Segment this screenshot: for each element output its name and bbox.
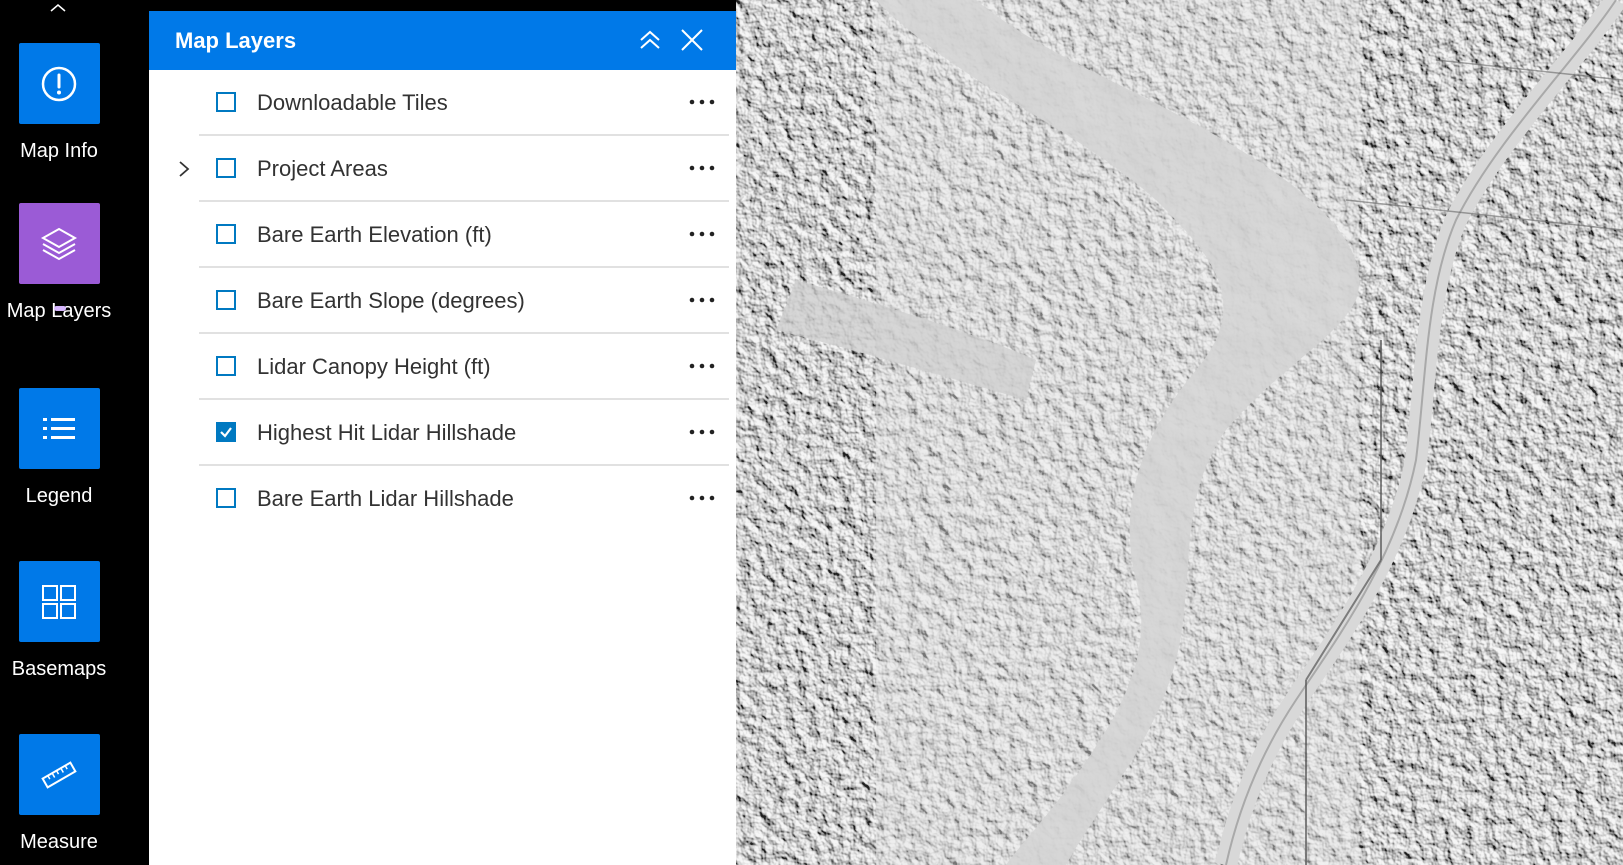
tool-label: Map Info [20, 140, 98, 162]
measure-button[interactable] [18, 734, 100, 815]
close-panel-button[interactable] [677, 25, 707, 55]
layer-options-button[interactable] [685, 422, 719, 442]
layer-row-bare-earth-slope[interactable]: Bare Earth Slope (degrees) [199, 268, 729, 334]
ruler-icon [41, 760, 77, 789]
map-view[interactable] [736, 0, 1623, 865]
panel-title: Map Layers [175, 27, 297, 53]
ellipsis-icon [689, 363, 715, 369]
layer-row-bare-earth-hillshade[interactable]: Bare Earth Lidar Hillshade [199, 466, 729, 532]
close-icon [681, 29, 703, 51]
tool-label: Map Layers [6, 300, 112, 322]
layer-row-lidar-canopy-height[interactable]: Lidar Canopy Height (ft) [199, 334, 729, 400]
tool-label: Basemaps [11, 658, 107, 680]
hillshade-map-image[interactable] [736, 0, 1623, 865]
layer-title: Bare Earth Slope (degrees) [257, 288, 525, 313]
grid-icon [42, 584, 76, 619]
active-indicator [54, 306, 66, 311]
tool-label: Legend [25, 485, 93, 507]
map-info-button[interactable] [18, 43, 100, 124]
tool-label: Measure [20, 831, 98, 853]
layer-title: Downloadable Tiles [257, 90, 448, 115]
layer-visibility-checkbox[interactable] [216, 356, 236, 376]
basemaps-button[interactable] [18, 561, 100, 642]
layer-options-button[interactable] [685, 356, 719, 376]
tool-basemaps[interactable]: Basemaps [0, 561, 118, 681]
layer-visibility-checkbox[interactable] [216, 224, 236, 244]
layer-title: Highest Hit Lidar Hillshade [257, 420, 517, 445]
layer-visibility-checkbox[interactable] [216, 92, 236, 112]
chevron-up-icon[interactable] [48, 2, 68, 12]
ellipsis-icon [689, 429, 715, 435]
tool-map-info[interactable]: Map Info [0, 43, 118, 163]
map-layers-panel: Map Layers Downloadable Tiles Project Ar… [149, 11, 736, 865]
ellipsis-icon [689, 297, 715, 303]
layer-options-button[interactable] [685, 488, 719, 508]
layer-row-downloadable-tiles[interactable]: Downloadable Tiles [199, 70, 729, 136]
layer-visibility-checkbox[interactable] [216, 290, 236, 310]
legend-button[interactable] [18, 388, 100, 469]
tool-map-layers[interactable]: Map Layers [0, 203, 118, 323]
ellipsis-icon [689, 495, 715, 501]
list-icon [43, 417, 75, 439]
ellipsis-icon [689, 165, 715, 171]
layer-row-project-areas[interactable]: Project Areas [179, 136, 729, 202]
double-chevron-up-icon [640, 30, 660, 49]
ellipsis-icon [689, 231, 715, 237]
widget-toolbar: Map Info Map Layers Legend Basemaps Meas… [0, 0, 149, 865]
chevron-right-icon[interactable] [177, 160, 191, 178]
checkmark-icon [220, 427, 232, 438]
layer-title: Bare Earth Elevation (ft) [257, 222, 492, 247]
info-icon [41, 66, 77, 101]
layer-visibility-checkbox[interactable] [216, 422, 236, 442]
layer-options-button[interactable] [685, 92, 719, 112]
tool-measure[interactable]: Measure [0, 734, 118, 854]
collapse-panel-button[interactable] [635, 25, 665, 55]
layer-options-button[interactable] [685, 224, 719, 244]
tool-legend[interactable]: Legend [0, 388, 118, 508]
layer-options-button[interactable] [685, 290, 719, 310]
panel-header: Map Layers [149, 11, 736, 70]
map-layers-button[interactable] [18, 203, 100, 284]
layers-icon [40, 227, 78, 260]
layer-visibility-checkbox[interactable] [216, 488, 236, 508]
layer-title: Bare Earth Lidar Hillshade [257, 486, 514, 511]
layer-title: Lidar Canopy Height (ft) [257, 354, 491, 379]
layer-row-bare-earth-elevation[interactable]: Bare Earth Elevation (ft) [199, 202, 729, 268]
layer-title: Project Areas [257, 156, 388, 181]
layer-row-highest-hit-hillshade[interactable]: Highest Hit Lidar Hillshade [199, 400, 729, 466]
layer-visibility-checkbox[interactable] [216, 158, 236, 178]
layer-options-button[interactable] [685, 158, 719, 178]
ellipsis-icon [689, 99, 715, 105]
